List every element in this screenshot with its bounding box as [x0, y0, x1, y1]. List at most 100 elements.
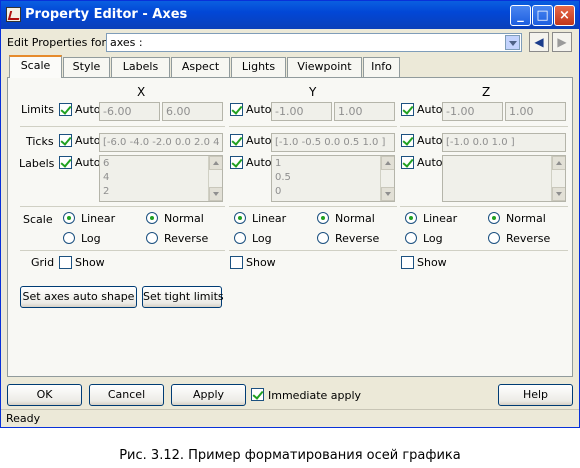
grid-show-checkbox-z[interactable]: [401, 256, 414, 269]
separator: [400, 126, 568, 127]
back-arrow-icon[interactable]: ◀: [529, 32, 549, 52]
grid-show-checkbox-x[interactable]: [59, 256, 72, 269]
labels-list-z[interactable]: [442, 155, 566, 202]
tab-aspect[interactable]: Aspect: [171, 57, 230, 77]
tab-scale[interactable]: Scale: [9, 55, 62, 78]
chevron-down-icon[interactable]: [505, 35, 520, 50]
limit-max-field-y[interactable]: 1.00: [334, 102, 395, 121]
limit-max-field-z[interactable]: 1.00: [505, 102, 566, 121]
radio-label: Normal: [335, 212, 375, 225]
tab-label: Scale: [20, 59, 51, 72]
scroll-down-icon[interactable]: [552, 187, 565, 201]
limit-min-field-z[interactable]: -1.00: [442, 102, 503, 121]
radio-reverse-y[interactable]: [317, 232, 329, 244]
labels-auto-checkbox-y[interactable]: [230, 156, 243, 169]
auto-label: Auto: [75, 103, 101, 116]
edit-properties-label: Edit Properties for:: [7, 36, 110, 49]
scrollbar[interactable]: [208, 156, 222, 201]
tab-style[interactable]: Style: [63, 57, 110, 77]
radio-log-y[interactable]: [234, 232, 246, 244]
grid-label: Grid: [31, 256, 55, 269]
radio-log-z[interactable]: [405, 232, 417, 244]
label-item: 6: [103, 158, 110, 169]
limit-min-field-y[interactable]: -1.00: [271, 102, 332, 121]
auto-label: Auto: [246, 156, 272, 169]
ticks-auto-checkbox-x[interactable]: [59, 134, 72, 147]
immediate-apply-checkbox[interactable]: [251, 388, 264, 401]
apply-button[interactable]: Apply: [171, 384, 246, 406]
tab-viewpoint[interactable]: Viewpoint: [287, 57, 362, 77]
radio-linear-x[interactable]: [63, 212, 75, 224]
radio-label: Linear: [81, 212, 116, 225]
radio-linear-y[interactable]: [234, 212, 246, 224]
ticks-auto-checkbox-y[interactable]: [230, 134, 243, 147]
ticks-field-x[interactable]: [-6.0 -4.0 -2.0 0.0 2.0 4: [99, 133, 223, 152]
labels-list-y[interactable]: 1 0.5 0: [271, 155, 395, 202]
scrollbar[interactable]: [551, 156, 565, 201]
labels-list-x[interactable]: 6 4 2: [99, 155, 223, 202]
window-title: Property Editor - Axes: [25, 7, 188, 22]
scroll-down-icon[interactable]: [381, 187, 394, 201]
auto-label: Auto: [246, 134, 272, 147]
radio-reverse-z[interactable]: [488, 232, 500, 244]
scroll-up-icon[interactable]: [381, 156, 394, 170]
label-item: 0: [275, 186, 282, 197]
separator: [400, 206, 568, 207]
immediate-apply-label: Immediate apply: [268, 389, 362, 402]
auto-label: Auto: [75, 134, 101, 147]
scale-panel: X Y Z Limits Ticks Labels Scale Grid Aut…: [7, 77, 573, 377]
tab-label: Aspect: [181, 60, 220, 73]
limit-max-field-x[interactable]: 6.00: [162, 102, 223, 121]
limits-auto-checkbox-y[interactable]: [230, 103, 243, 116]
grid-show-checkbox-y[interactable]: [230, 256, 243, 269]
radio-label: Linear: [423, 212, 458, 225]
tab-label: Viewpoint: [297, 60, 352, 73]
scroll-up-icon[interactable]: [209, 156, 222, 170]
radio-label: Linear: [252, 212, 287, 225]
label-item: 4: [103, 172, 110, 183]
separator: [20, 126, 225, 127]
cancel-button[interactable]: Cancel: [89, 384, 164, 406]
tab-lights[interactable]: Lights: [231, 57, 286, 77]
ticks-field-y[interactable]: [-1.0 -0.5 0.0 0.5 1.0 ]: [271, 133, 395, 152]
limits-auto-checkbox-z[interactable]: [401, 103, 414, 116]
radio-label: Reverse: [164, 232, 209, 245]
help-button[interactable]: Help: [498, 384, 573, 406]
edit-properties-combo[interactable]: axes :: [106, 33, 522, 52]
minimize-button[interactable]: _: [510, 5, 531, 26]
set-axes-auto-shape-button[interactable]: Set axes auto shape: [20, 286, 137, 308]
scrollbar[interactable]: [380, 156, 394, 201]
labels-auto-checkbox-z[interactable]: [401, 156, 414, 169]
auto-label: Auto: [246, 103, 272, 116]
labels-auto-checkbox-x[interactable]: [59, 156, 72, 169]
separator: [229, 126, 397, 127]
figure-caption: Рис. 3.12. Пример форматирования осей гр…: [119, 448, 461, 463]
set-tight-limits-button[interactable]: Set tight limits: [142, 286, 224, 308]
separator: [400, 250, 568, 251]
radio-label: Log: [252, 232, 272, 245]
limit-min-field-x[interactable]: -6.00: [99, 102, 160, 121]
close-button[interactable]: ×: [554, 5, 575, 26]
tab-labels[interactable]: Labels: [111, 57, 170, 77]
ticks-auto-checkbox-z[interactable]: [401, 134, 414, 147]
radio-normal-y[interactable]: [317, 212, 329, 224]
ok-button[interactable]: OK: [7, 384, 82, 406]
scroll-up-icon[interactable]: [552, 156, 565, 170]
separator: [20, 250, 225, 251]
scroll-down-icon[interactable]: [209, 187, 222, 201]
radio-log-x[interactable]: [63, 232, 75, 244]
radio-normal-x[interactable]: [146, 212, 158, 224]
radio-reverse-x[interactable]: [146, 232, 158, 244]
tab-info[interactable]: Info: [363, 57, 400, 77]
maximize-button[interactable]: □: [532, 5, 553, 26]
forward-arrow-icon[interactable]: ▶: [552, 32, 572, 52]
status-text: Ready: [6, 412, 41, 425]
axis-header-z: Z: [482, 85, 491, 99]
ticks-field-z[interactable]: [-1.0 0.0 1.0 ]: [442, 133, 566, 152]
radio-linear-z[interactable]: [405, 212, 417, 224]
radio-normal-z[interactable]: [488, 212, 500, 224]
limits-auto-checkbox-x[interactable]: [59, 103, 72, 116]
edit-properties-value: axes :: [110, 36, 143, 49]
axis-header-x: X: [137, 85, 146, 99]
title-bar[interactable]: Property Editor - Axes _ □ ×: [1, 1, 579, 29]
